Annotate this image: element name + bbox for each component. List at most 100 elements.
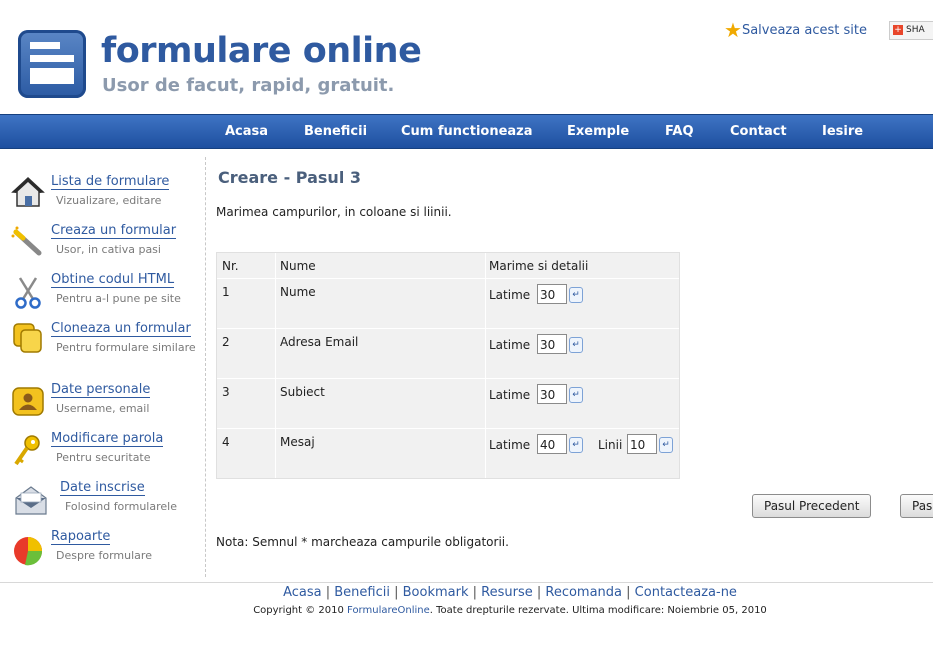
next-step-button[interactable]: Pas (900, 494, 933, 518)
sidebar-item-label[interactable]: Obtine codul HTML (51, 272, 175, 288)
copyright: Copyright © 2010 FormulareOnline. Toate … (0, 605, 933, 616)
nav-cum-functioneaza[interactable]: Cum functioneaza (401, 115, 533, 148)
row-divider (217, 278, 679, 279)
row-name: Subiect (280, 385, 325, 399)
footer: Acasa | Beneficii | Bookmark | Resurse |… (0, 582, 933, 649)
width-input[interactable]: 40 (537, 434, 567, 454)
clone-icon (13, 323, 42, 353)
page-title: Creare - Pasul 3 (218, 168, 361, 187)
magic-wand-icon (11, 226, 42, 256)
header-marime: Marime si detalii (489, 259, 589, 273)
nav-acasa[interactable]: Acasa (225, 115, 268, 148)
sidebar-item-sub: Usor, in cativa pasi (56, 243, 161, 256)
sidebar-item-lista[interactable]: Lista de formulare Vizualizare, editare (0, 173, 205, 219)
sidebar-item-sub: Pentru a-l pune pe site (56, 292, 181, 305)
main-content: Creare - Pasul 3 Marimea campurilor, in … (206, 157, 933, 577)
sidebar-item-creaza[interactable]: Creaza un formular Usor, in cativa pasi (0, 222, 205, 268)
site-tagline: Usor de facut, rapid, gratuit. (102, 75, 395, 96)
row-nr: 3 (222, 385, 230, 399)
main-nav: Acasa Beneficii Cum functioneaza Exemple… (0, 114, 933, 149)
enter-arrow-icon[interactable]: ↵ (659, 437, 673, 453)
sidebar: Lista de formulare Vizualizare, editare … (0, 157, 206, 577)
row-nr: 4 (222, 435, 230, 449)
fields-table: Nr. Nume Marime si detalii 1 Nume Latime… (216, 252, 680, 479)
header-nr: Nr. (222, 259, 239, 273)
required-note: Nota: Semnul * marcheaza campurile oblig… (216, 535, 509, 549)
width-label: Latime (489, 288, 531, 302)
footer-link-acasa[interactable]: Acasa (283, 585, 322, 600)
star-icon: ★ (724, 18, 742, 42)
footer-link-resurse[interactable]: Resurse (481, 585, 533, 600)
sidebar-item-cloneaza[interactable]: Cloneaza un formular Pentru formulare si… (0, 320, 205, 366)
envelope-icon (15, 486, 47, 515)
sidebar-item-sub: Username, email (56, 402, 150, 415)
plus-icon: + (893, 24, 903, 35)
row-name: Adresa Email (280, 335, 359, 349)
nav-beneficii[interactable]: Beneficii (304, 115, 367, 148)
footer-links: Acasa | Beneficii | Bookmark | Resurse |… (283, 585, 737, 600)
sidebar-item-label[interactable]: Lista de formulare (51, 174, 170, 190)
enter-arrow-icon[interactable]: ↵ (569, 387, 583, 403)
enter-arrow-icon[interactable]: ↵ (569, 437, 583, 453)
nav-exemple[interactable]: Exemple (567, 115, 629, 148)
enter-arrow-icon[interactable]: ↵ (569, 337, 583, 353)
sidebar-item-sub: Pentru formulare similare (56, 341, 196, 354)
sidebar-item-label[interactable]: Date personale (51, 382, 151, 398)
previous-step-button[interactable]: Pasul Precedent (752, 494, 872, 518)
copyright-suffix: . Toate drepturile rezervate. Ultima mod… (429, 605, 767, 616)
header-nume: Nume (280, 259, 316, 273)
scissors-icon (15, 277, 41, 309)
save-site-link[interactable]: ★ Salveaza acest site (724, 19, 867, 41)
sidebar-item-sub: Pentru securitate (56, 451, 151, 464)
copyright-prefix: Copyright © 2010 (253, 605, 344, 616)
pie-chart-icon (14, 537, 43, 566)
site-header: formulare online Usor de facut, rapid, g… (0, 0, 933, 114)
footer-link-contact[interactable]: Contacteaza-ne (635, 585, 737, 600)
site-title[interactable]: formulare online (101, 31, 422, 71)
save-site-label: Salveaza acest site (741, 22, 867, 38)
width-input[interactable]: 30 (537, 334, 567, 354)
sidebar-item-date-personale[interactable]: Date personale Username, email (0, 382, 205, 428)
sidebar-item-parola[interactable]: Modificare parola Pentru securitate (0, 431, 205, 477)
sidebar-item-label[interactable]: Creaza un formular (51, 223, 177, 239)
sidebar-item-label[interactable]: Modificare parola (51, 431, 164, 447)
column-divider (275, 253, 276, 478)
sidebar-item-date-inscrise[interactable]: Date inscrise Folosind formularele (0, 480, 205, 526)
width-label: Latime (489, 438, 531, 452)
logo-form-icon[interactable] (18, 30, 86, 98)
intro-text: Marimea campurilor, in coloane si liinii… (216, 205, 452, 219)
enter-arrow-icon[interactable]: ↵ (569, 287, 583, 303)
sidebar-item-sub: Vizualizare, editare (56, 194, 162, 207)
sidebar-item-sub: Folosind formularele (65, 500, 177, 513)
sidebar-item-sub: Despre formulare (56, 549, 152, 562)
sidebar-item-label[interactable]: Rapoarte (51, 529, 111, 545)
copyright-brand-link[interactable]: FormulareOnline (347, 605, 430, 616)
share-button[interactable]: + SHA (889, 21, 933, 40)
width-input[interactable]: 30 (537, 284, 567, 304)
footer-link-bookmark[interactable]: Bookmark (403, 585, 469, 600)
row-divider (217, 328, 679, 329)
footer-link-recomanda[interactable]: Recomanda (545, 585, 622, 600)
width-input[interactable]: 30 (537, 384, 567, 404)
sidebar-item-label[interactable]: Date inscrise (60, 480, 145, 496)
nav-contact[interactable]: Contact (730, 115, 787, 148)
lines-label: Linii (598, 438, 623, 452)
sidebar-item-label[interactable]: Cloneaza un formular (51, 321, 191, 337)
row-nr: 2 (222, 335, 230, 349)
user-card-icon (12, 387, 44, 416)
house-icon (11, 176, 45, 207)
width-label: Latime (489, 388, 531, 402)
row-name: Nume (280, 285, 316, 299)
nav-iesire[interactable]: Iesire (822, 115, 863, 148)
row-divider (217, 428, 679, 429)
footer-link-beneficii[interactable]: Beneficii (334, 585, 390, 600)
column-divider (485, 253, 486, 478)
lines-input[interactable]: 10 (627, 434, 657, 454)
row-nr: 1 (222, 285, 230, 299)
share-label: SHA (906, 25, 925, 35)
sidebar-item-rapoarte[interactable]: Rapoarte Despre formulare (0, 529, 205, 575)
sidebar-item-cod-html[interactable]: Obtine codul HTML Pentru a-l pune pe sit… (0, 271, 205, 317)
width-label: Latime (489, 338, 531, 352)
key-icon (14, 435, 40, 466)
nav-faq[interactable]: FAQ (665, 115, 694, 148)
